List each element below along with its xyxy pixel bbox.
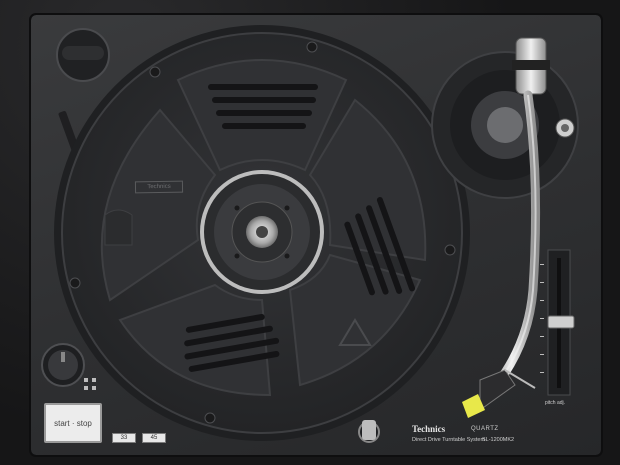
speed-icons: [84, 378, 96, 390]
counterweight[interactable]: [512, 37, 550, 95]
quartz-label: QUARTZ: [471, 426, 499, 432]
turntable-drawing: [29, 13, 603, 457]
turntable-photo: Technics start · stop 33 45 Technics QUA…: [0, 0, 620, 465]
power-knob[interactable]: [41, 343, 85, 387]
platter-logo: Technics: [134, 180, 184, 194]
spindle-hub: [200, 170, 324, 294]
speed-45-label: 45: [150, 435, 158, 441]
model-label: SL-1200MK2: [482, 437, 515, 443]
target-light[interactable]: [358, 420, 380, 443]
speed-45-button[interactable]: 45: [142, 433, 166, 443]
speed-33-button[interactable]: 33: [112, 433, 136, 443]
subtitle-label: Direct Drive Turntable System: [412, 437, 486, 443]
brand-logo: Technics: [412, 424, 446, 434]
start-stop-label: start · stop: [54, 418, 92, 428]
pitch-slider[interactable]: [547, 249, 575, 396]
start-stop-button[interactable]: start · stop: [44, 403, 102, 443]
hinge-socket: [56, 28, 110, 82]
pitch-adj-label: pitch adj.: [545, 400, 566, 406]
speed-33-label: 33: [120, 435, 128, 441]
headshell[interactable]: [462, 369, 536, 418]
arm-rest[interactable]: [555, 118, 575, 138]
